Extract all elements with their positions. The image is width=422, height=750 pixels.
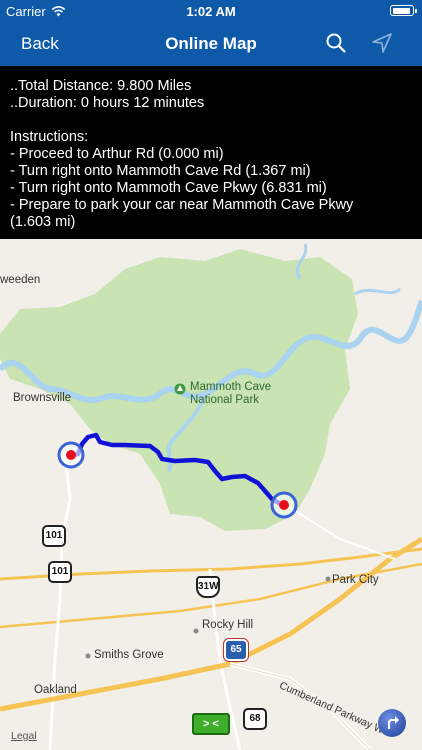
park-label: Mammoth Cave National Park bbox=[190, 381, 272, 406]
direction-step: - Turn right onto Mammoth Cave Pkwy (6.8… bbox=[10, 180, 327, 196]
turn-arrow-icon bbox=[388, 716, 399, 729]
direction-step-continued: (1.603 mi) bbox=[10, 214, 76, 230]
place-weeden: weeden bbox=[0, 274, 41, 286]
place-rocky-hill: Rocky Hill bbox=[202, 619, 254, 631]
place-brownsville: Brownsville bbox=[13, 392, 72, 404]
status-time: 1:02 AM bbox=[186, 4, 236, 19]
total-distance: ..Total Distance: 9.800 Miles bbox=[10, 78, 192, 94]
direction-step: - Prepare to park your car near Mammoth … bbox=[10, 197, 354, 213]
legal-link[interactable]: Legal bbox=[11, 730, 37, 742]
battery-icon bbox=[390, 5, 417, 16]
road bbox=[48, 453, 72, 750]
instructions-header: Instructions: bbox=[10, 129, 89, 145]
duration: ..Duration: 0 hours 12 minutes bbox=[10, 95, 205, 111]
directions-panel: ..Total Distance: 9.800 Miles ..Duration… bbox=[0, 66, 422, 239]
place-oakland: Oakland bbox=[34, 684, 77, 696]
route-31w-shield: 31W bbox=[196, 576, 220, 598]
route-101-shield: 101 bbox=[42, 525, 66, 547]
navigation-toggle-button[interactable]: > < bbox=[192, 713, 230, 735]
nav-bar: Back Online Map bbox=[0, 22, 422, 66]
page-title: Online Map bbox=[165, 34, 257, 53]
map-view[interactable]: weeden Brownsville Mammoth Cave National… bbox=[0, 239, 422, 750]
place-smiths-grove: Smiths Grove bbox=[94, 649, 164, 661]
parkway bbox=[229, 662, 372, 750]
map-base bbox=[0, 243, 422, 750]
route-68-shield: 68 bbox=[243, 708, 267, 730]
start-marker bbox=[66, 450, 76, 460]
recenter-button[interactable] bbox=[378, 709, 406, 737]
end-marker bbox=[279, 500, 289, 510]
direction-step: - Turn right onto Mammoth Cave Rd (1.367… bbox=[10, 163, 311, 179]
status-bar: Carrier 1:02 AM bbox=[0, 0, 422, 22]
interstate-65-shield: 65 bbox=[224, 639, 248, 661]
parkway-edge bbox=[229, 663, 371, 750]
location-arrow-icon[interactable] bbox=[371, 32, 393, 54]
place-park-city: Park City bbox=[332, 574, 379, 586]
direction-step: - Proceed to Arthur Rd (0.000 mi) bbox=[10, 146, 224, 162]
search-icon[interactable] bbox=[325, 32, 347, 54]
route-101-shield: 101 bbox=[48, 561, 72, 583]
